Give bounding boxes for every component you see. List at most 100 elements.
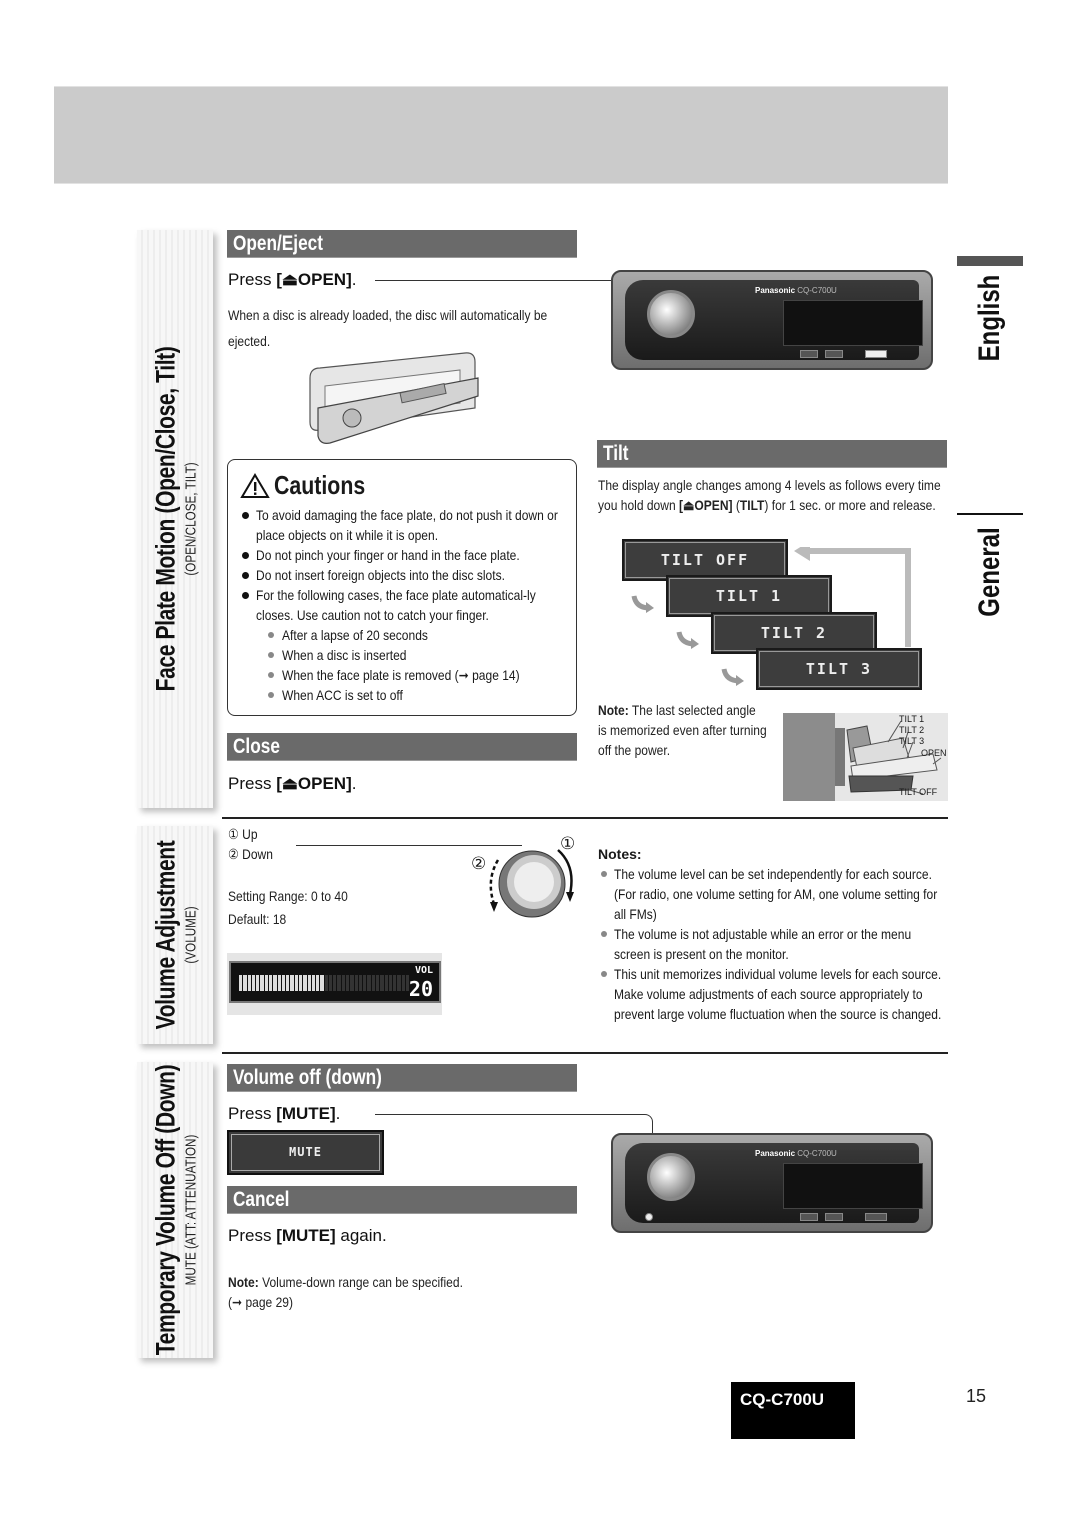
side-tab-title: Volume Adjustment: [150, 840, 181, 1030]
press-suffix: again.: [335, 1226, 387, 1245]
volume-meter-segment: [286, 975, 290, 991]
disp-button: [825, 1213, 843, 1221]
section-header-close: Close: [227, 733, 577, 761]
caution-item: For the following cases, the face plate …: [240, 585, 564, 625]
stereo-face: Panasonic CQ-C700U: [625, 280, 923, 360]
section-header-tilt: Tilt: [597, 440, 947, 468]
volume-meter-segment: [371, 975, 375, 991]
side-tab-subtitle: (OPEN/CLOSE, TILT): [182, 462, 200, 576]
caution-text: Do not pinch your finger or hand in the …: [256, 547, 520, 563]
category-tab-rule: [957, 513, 1023, 515]
stereo-display: [783, 300, 923, 346]
side-tab-title: Temporary Volume Off (Down): [150, 1064, 181, 1356]
text: ) for 1 sec. or more and release.: [764, 497, 936, 513]
warning-icon: [240, 472, 270, 498]
cautions-title-text: Cautions: [274, 470, 366, 500]
volume-meter-segment: [268, 975, 273, 991]
curved-arrow-icon: [720, 665, 746, 692]
diagram-label-tilt-2: TILT 2: [899, 725, 925, 735]
down-text: ② Down: [228, 846, 273, 862]
stereo-brand: Panasonic CQ-C700U: [755, 286, 837, 295]
volume-meter-segment: [337, 975, 341, 991]
side-tab-volume: Volume Adjustment (VOLUME): [137, 826, 213, 1044]
diagram-label-open: OPEN: [921, 748, 947, 758]
caution-sub-item: When a disc is inserted: [240, 645, 564, 665]
tilt-note: Note: The last selected angle is memoriz…: [598, 700, 768, 760]
section-divider: [222, 817, 948, 819]
press-prefix: Press: [228, 774, 277, 793]
callout-down-marker: ②: [471, 854, 487, 873]
language-tab-text: English: [973, 274, 1006, 362]
tilt-note-text: Note: The last selected angle is memoriz…: [598, 700, 768, 760]
text: (: [732, 497, 740, 513]
open-key-label: [⏏OPEN]: [276, 270, 352, 289]
disp-button: [825, 350, 843, 358]
volume-meter-segment: [273, 975, 277, 991]
notes-title: Notes:: [598, 846, 642, 862]
open-button: [865, 1213, 887, 1221]
model-badge: CQ-C700U: [731, 1382, 855, 1439]
diagram-label-tilt-1: TILT 1: [899, 714, 925, 724]
volume-up-label: ① Up: [228, 826, 262, 843]
note-item: The volume level can be set independentl…: [598, 864, 948, 924]
diagram-label-tilt-off: TILT OFF: [899, 787, 938, 797]
press-open-instruction: Press [⏏OPEN].: [228, 270, 356, 290]
volume-meter-segment: [264, 975, 268, 991]
volume-default: Default: 18: [228, 909, 296, 929]
volume-meter-segment: [281, 975, 286, 991]
volume-meter-segment: [324, 975, 328, 991]
mute-note: Note: Volume-down range can be specified…: [228, 1272, 578, 1312]
press-suffix: .: [335, 1104, 341, 1123]
press-suffix: .: [351, 774, 357, 793]
range-text: Setting Range: 0 to 40: [228, 888, 348, 904]
press-suffix: .: [351, 270, 357, 289]
volume-meter-segment: [328, 975, 333, 991]
volume-meter-segment: [358, 975, 363, 991]
volume-meter-segment: [388, 975, 393, 991]
tilt-description: The display angle changes among 4 levels…: [598, 475, 948, 515]
caution-item: Do not pinch your finger or hand in the …: [240, 545, 564, 565]
volume-meter-segment: [303, 975, 307, 991]
tilt-level-1: TILT 1: [666, 575, 832, 617]
dashboard-panel: [783, 713, 835, 801]
stereo-brand: Panasonic CQ-C700U: [755, 1149, 837, 1158]
section-header-text: Open/Eject: [233, 232, 323, 255]
volume-knob-icon: [647, 1153, 695, 1201]
side-tab-face-plate: Face Plate Motion (Open/Close, Tilt) (OP…: [137, 230, 213, 808]
volume-notes-list: The volume level can be set independentl…: [598, 864, 948, 1024]
model-text: CQ-C700U: [797, 1149, 837, 1158]
vol-value: 20: [408, 977, 433, 1001]
model-badge-text: CQ-C700U: [740, 1390, 825, 1409]
band-button: [800, 1213, 818, 1221]
side-tab-title: Face Plate Motion (Open/Close, Tilt): [150, 346, 181, 692]
volume-display: VOL 20: [227, 953, 442, 1015]
volume-meter-segment: [320, 975, 324, 991]
car-stereo-illustration-mute: Panasonic CQ-C700U: [611, 1133, 933, 1233]
volume-down-label: ② Down: [228, 846, 280, 863]
mute-key-label: [MUTE]: [276, 1104, 336, 1123]
tilt-key-label: TILT: [739, 497, 765, 513]
volume-meter-segment: [290, 975, 294, 991]
volume-meter-segment: [333, 975, 337, 991]
volume-meter-segment: [239, 975, 243, 991]
caution-text: When ACC is set to off: [282, 687, 403, 703]
volume-meter-segment: [243, 975, 247, 991]
band-button: [800, 350, 818, 358]
caution-item: To avoid damaging the face plate, do not…: [240, 505, 564, 545]
open-face-plate-illustration: [300, 348, 480, 448]
category-tab-text: General: [973, 527, 1006, 617]
section-header-text: Tilt: [603, 442, 629, 465]
stereo-face: Panasonic CQ-C700U: [625, 1143, 923, 1223]
up-text: ① Up: [228, 826, 258, 842]
volume-meter-segment: [376, 975, 380, 991]
caution-item: Do not insert foreign objects into the d…: [240, 565, 564, 585]
volume-meter-segment: [247, 975, 251, 991]
section-header-text: Volume off (down): [233, 1066, 382, 1089]
section-header-volume-off: Volume off (down): [227, 1064, 577, 1092]
volume-meter-segment: [367, 975, 371, 991]
model-text: CQ-C700U: [797, 286, 837, 295]
side-tab-subtitle: MUTE (ATT: ATTENUATION): [182, 1134, 200, 1286]
side-tab-mute: Temporary Volume Off (Down) MUTE (ATT: A…: [137, 1062, 213, 1358]
cautions-box: Cautions To avoid damaging the face plat…: [227, 459, 577, 716]
diagram-label-tilt-3: TILT 3: [899, 736, 925, 746]
